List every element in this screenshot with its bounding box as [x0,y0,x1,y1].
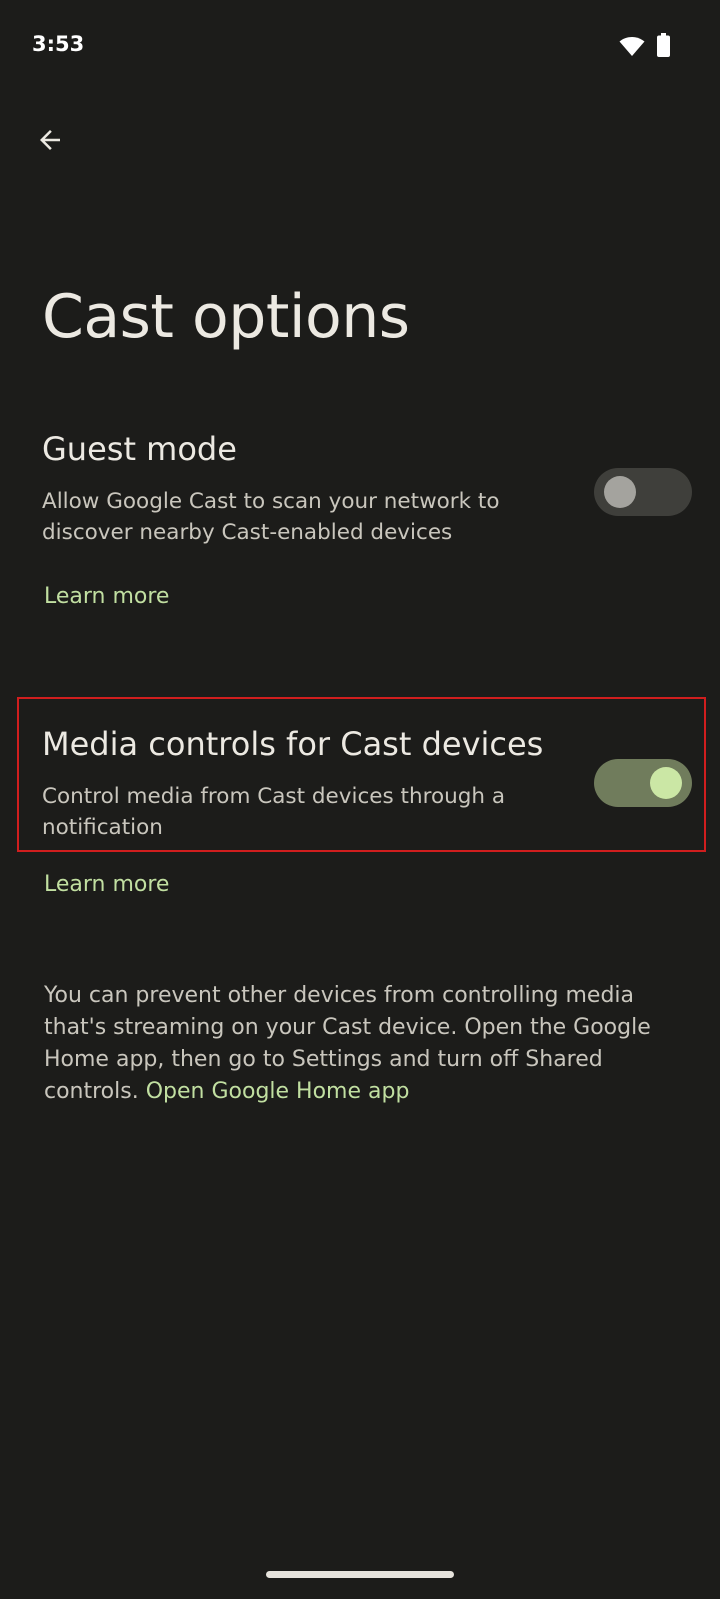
switch-thumb [604,476,636,508]
back-button[interactable] [24,114,76,166]
guest-mode-summary: Allow Google Cast to scan your network t… [42,489,500,545]
guest-mode-title: Guest mode [42,430,237,468]
media-controls-setting[interactable]: Media controls for Cast devices Control … [0,725,720,845]
status-bar: 3:53 [0,0,720,90]
switch-thumb [650,767,682,799]
open-google-home-app-link[interactable]: Open Google Home app [146,1079,410,1104]
media-controls-summary: Control media from Cast devices through … [42,784,506,840]
guest-mode-setting[interactable]: Guest mode Allow Google Cast to scan you… [0,430,720,550]
footer-info: You can prevent other devices from contr… [44,980,684,1108]
navigation-handle[interactable] [266,1571,454,1578]
battery-icon [657,33,670,57]
status-time: 3:53 [32,32,85,56]
media-controls-switch[interactable] [594,759,692,807]
page-title: Cast options [42,282,410,352]
wifi-icon [619,37,645,56]
guest-mode-learn-more-link[interactable]: Learn more [44,584,169,609]
arrow-back-icon [40,130,60,150]
media-controls-learn-more-link[interactable]: Learn more [44,872,169,897]
media-controls-title: Media controls for Cast devices [42,725,544,763]
guest-mode-switch[interactable] [594,468,692,516]
